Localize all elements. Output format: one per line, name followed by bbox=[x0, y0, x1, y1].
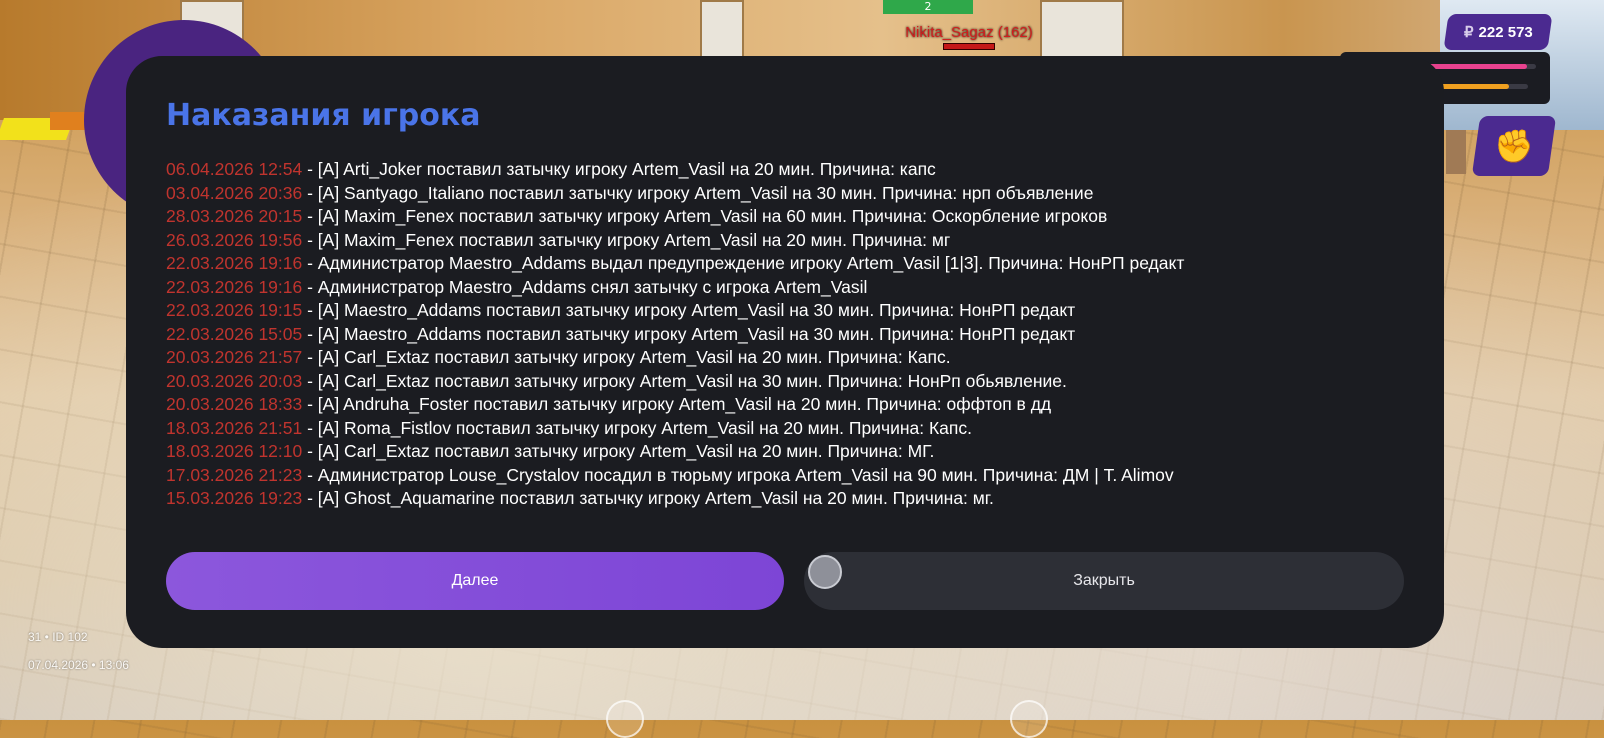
datetime-info: 07.04.2026 • 13:06 bbox=[28, 658, 129, 672]
dialog-actions: Далее Закрыть bbox=[166, 552, 1404, 610]
health-bar-fill bbox=[1424, 64, 1528, 69]
log-entry-date: 28.03.2026 20:15 bbox=[166, 206, 303, 226]
log-entry-date: 22.03.2026 15:05 bbox=[166, 323, 303, 344]
log-entry-text: - Администратор Maestro_Addams выдал пре… bbox=[302, 253, 1185, 273]
log-entry-text: - [A] Santyago_Italiano поставил затычку… bbox=[302, 182, 1094, 203]
log-entry-text: - [A] Carl_Extaz поставил затычку игроку… bbox=[302, 441, 935, 461]
log-entry: 22.03.2026 19:15 - [A] Maestro_Addams по… bbox=[166, 299, 1404, 323]
log-entry-text: - [A] Ghost_Aquamarine поставил затычку … bbox=[302, 488, 994, 508]
log-entry: 20.03.2026 18:33 - [A] Andruha_Foster по… bbox=[166, 393, 1404, 417]
log-entry-date: 22.03.2026 19:16 bbox=[166, 276, 303, 297]
log-entry: 28.03.2026 20:15 - [A] Maxim_Fenex поста… bbox=[166, 205, 1404, 229]
log-entry-text: - [A] Roma_Fistlov поставил затычку игро… bbox=[302, 417, 972, 438]
log-entry-text: - Администратор Maestro_Addams снял заты… bbox=[302, 276, 868, 297]
next-button[interactable]: Далее bbox=[166, 552, 784, 610]
log-entry: 20.03.2026 20:03 - [A] Carl_Extaz постав… bbox=[166, 370, 1404, 394]
money-display: ₽222 573 bbox=[1443, 14, 1553, 50]
log-entry: 22.03.2026 15:05 - [A] Maestro_Addams по… bbox=[166, 323, 1404, 347]
player-name: Nikita_Sagaz (162) bbox=[905, 24, 1033, 41]
server-info: 31 • ID 102 bbox=[28, 630, 88, 644]
log-entry-date: 17.03.2026 21:23 bbox=[166, 464, 303, 485]
log-entry-text: - [A] Maxim_Fenex поставил затычку игрок… bbox=[302, 229, 951, 250]
log-entry: 22.03.2026 19:16 - Администратор Maestro… bbox=[166, 276, 1404, 300]
log-entry: 15.03.2026 19:23 - [A] Ghost_Aquamarine … bbox=[166, 487, 1404, 511]
close-button[interactable]: Закрыть bbox=[804, 552, 1404, 610]
log-entry-date: 26.03.2026 19:56 bbox=[166, 229, 303, 250]
dialog-title: Наказания игрока bbox=[166, 98, 481, 133]
log-entry-text: - [A] Carl_Extaz поставил затычку игроку… bbox=[302, 370, 1067, 391]
log-entry-date: 18.03.2026 12:10 bbox=[166, 441, 303, 461]
green-sign: 2 bbox=[883, 0, 973, 14]
log-entry: 26.03.2026 19:56 - [A] Maxim_Fenex поста… bbox=[166, 229, 1404, 253]
log-entry: 18.03.2026 21:51 - [A] Roma_Fistlov пост… bbox=[166, 417, 1404, 441]
log-entry-date: 06.04.2026 12:54 bbox=[166, 159, 303, 179]
log-entry-text: - [A] Arti_Joker поставил затычку игроку… bbox=[302, 159, 936, 179]
punishment-log-list: 06.04.2026 12:54 - [A] Arti_Joker постав… bbox=[166, 158, 1404, 511]
log-entry: 18.03.2026 12:10 - [A] Carl_Extaz постав… bbox=[166, 440, 1404, 464]
log-entry-text: - [A] Andruha_Foster поставил затычку иг… bbox=[302, 394, 1052, 414]
punishments-dialog: Наказания игрока 06.04.2026 12:54 - [A] … bbox=[126, 56, 1444, 648]
log-entry-text: - Администратор Louse_Crystalov посадил … bbox=[302, 464, 1174, 485]
log-entry: 17.03.2026 21:23 - Администратор Louse_C… bbox=[166, 464, 1404, 488]
ruble-icon: ₽ bbox=[1463, 24, 1474, 41]
weapon-slot[interactable]: ✊ bbox=[1471, 116, 1557, 176]
player-nametag: Nikita_Sagaz (162) bbox=[894, 24, 1044, 50]
hud-circle-button[interactable] bbox=[1010, 700, 1048, 738]
health-bar bbox=[1424, 64, 1536, 69]
log-entry-date: 03.04.2026 20:36 bbox=[166, 182, 303, 203]
fist-icon: ✊ bbox=[1494, 127, 1534, 165]
log-entry-date: 22.03.2026 19:16 bbox=[166, 253, 303, 273]
log-entry: 06.04.2026 12:54 - [A] Arti_Joker постав… bbox=[166, 158, 1404, 182]
scene-tile bbox=[1446, 130, 1466, 174]
log-entry-date: 20.03.2026 20:03 bbox=[166, 370, 303, 391]
log-entry-date: 22.03.2026 19:15 bbox=[166, 300, 303, 320]
log-entry-text: - [A] Carl_Extaz поставил затычку игроку… bbox=[302, 347, 951, 367]
player-health-bar bbox=[943, 43, 995, 50]
log-entry: 20.03.2026 21:57 - [A] Carl_Extaz постав… bbox=[166, 346, 1404, 370]
hud-circle-button[interactable] bbox=[606, 700, 644, 738]
money-amount: 222 573 bbox=[1478, 24, 1533, 41]
log-entry-date: 15.03.2026 19:23 bbox=[166, 488, 303, 508]
log-entry-date: 18.03.2026 21:51 bbox=[166, 417, 303, 438]
log-entry: 22.03.2026 19:16 - Администратор Maestro… bbox=[166, 252, 1404, 276]
toggle-knob[interactable] bbox=[808, 555, 842, 589]
log-entry-date: 20.03.2026 18:33 bbox=[166, 394, 303, 414]
log-entry: 03.04.2026 20:36 - [A] Santyago_Italiano… bbox=[166, 182, 1404, 206]
log-entry-text: - [A] Maxim_Fenex поставил затычку игрок… bbox=[302, 206, 1108, 226]
log-entry-text: - [A] Maestro_Addams поставил затычку иг… bbox=[302, 323, 1076, 344]
log-entry-text: - [A] Maestro_Addams поставил затычку иг… bbox=[302, 300, 1076, 320]
log-entry-date: 20.03.2026 21:57 bbox=[166, 347, 303, 367]
